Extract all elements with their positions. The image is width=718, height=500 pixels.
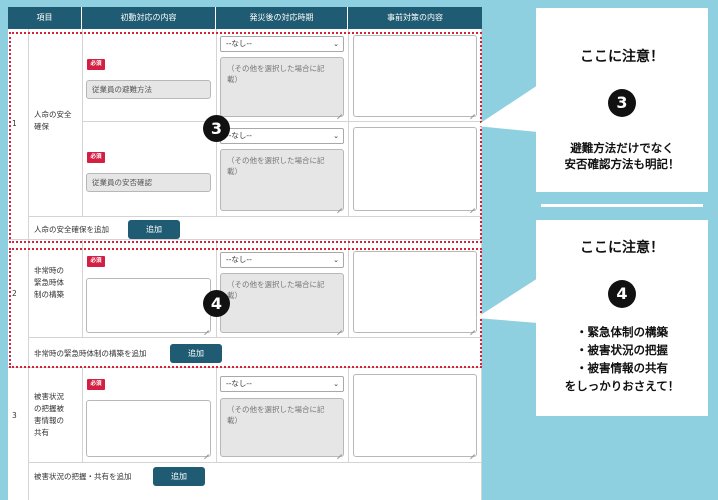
callout-pointer-4 — [476, 278, 538, 323]
callout-body-line: ・被害状況の把握 — [576, 343, 668, 357]
callout-body-line: 安否確認方法も明記！ — [564, 157, 680, 171]
callout-heading: ここに注意！ — [580, 240, 664, 256]
callout-body-line: 避難方法だけでなく — [570, 141, 674, 155]
callout-body-line: をしっかりおさえて！ — [564, 379, 680, 393]
callout-marker-4: 4 — [608, 280, 636, 308]
callout-marker-3: 3 — [608, 89, 636, 117]
callout-3: ここに注意！ 3 避難方法だけでなく 安否確認方法も明記！ — [536, 8, 708, 192]
divider — [541, 204, 703, 207]
callout-body-line: ・緊急体制の構築 — [576, 325, 668, 339]
callout-pointer-3 — [476, 85, 538, 132]
callout-body-line: ・被害情報の共有 — [576, 361, 668, 375]
callout-4: ここに注意！ 4 ・緊急体制の構築 ・被害状況の把握 ・被害情報の共有 をしっか… — [536, 220, 708, 416]
callout-heading: ここに注意！ — [580, 49, 664, 65]
